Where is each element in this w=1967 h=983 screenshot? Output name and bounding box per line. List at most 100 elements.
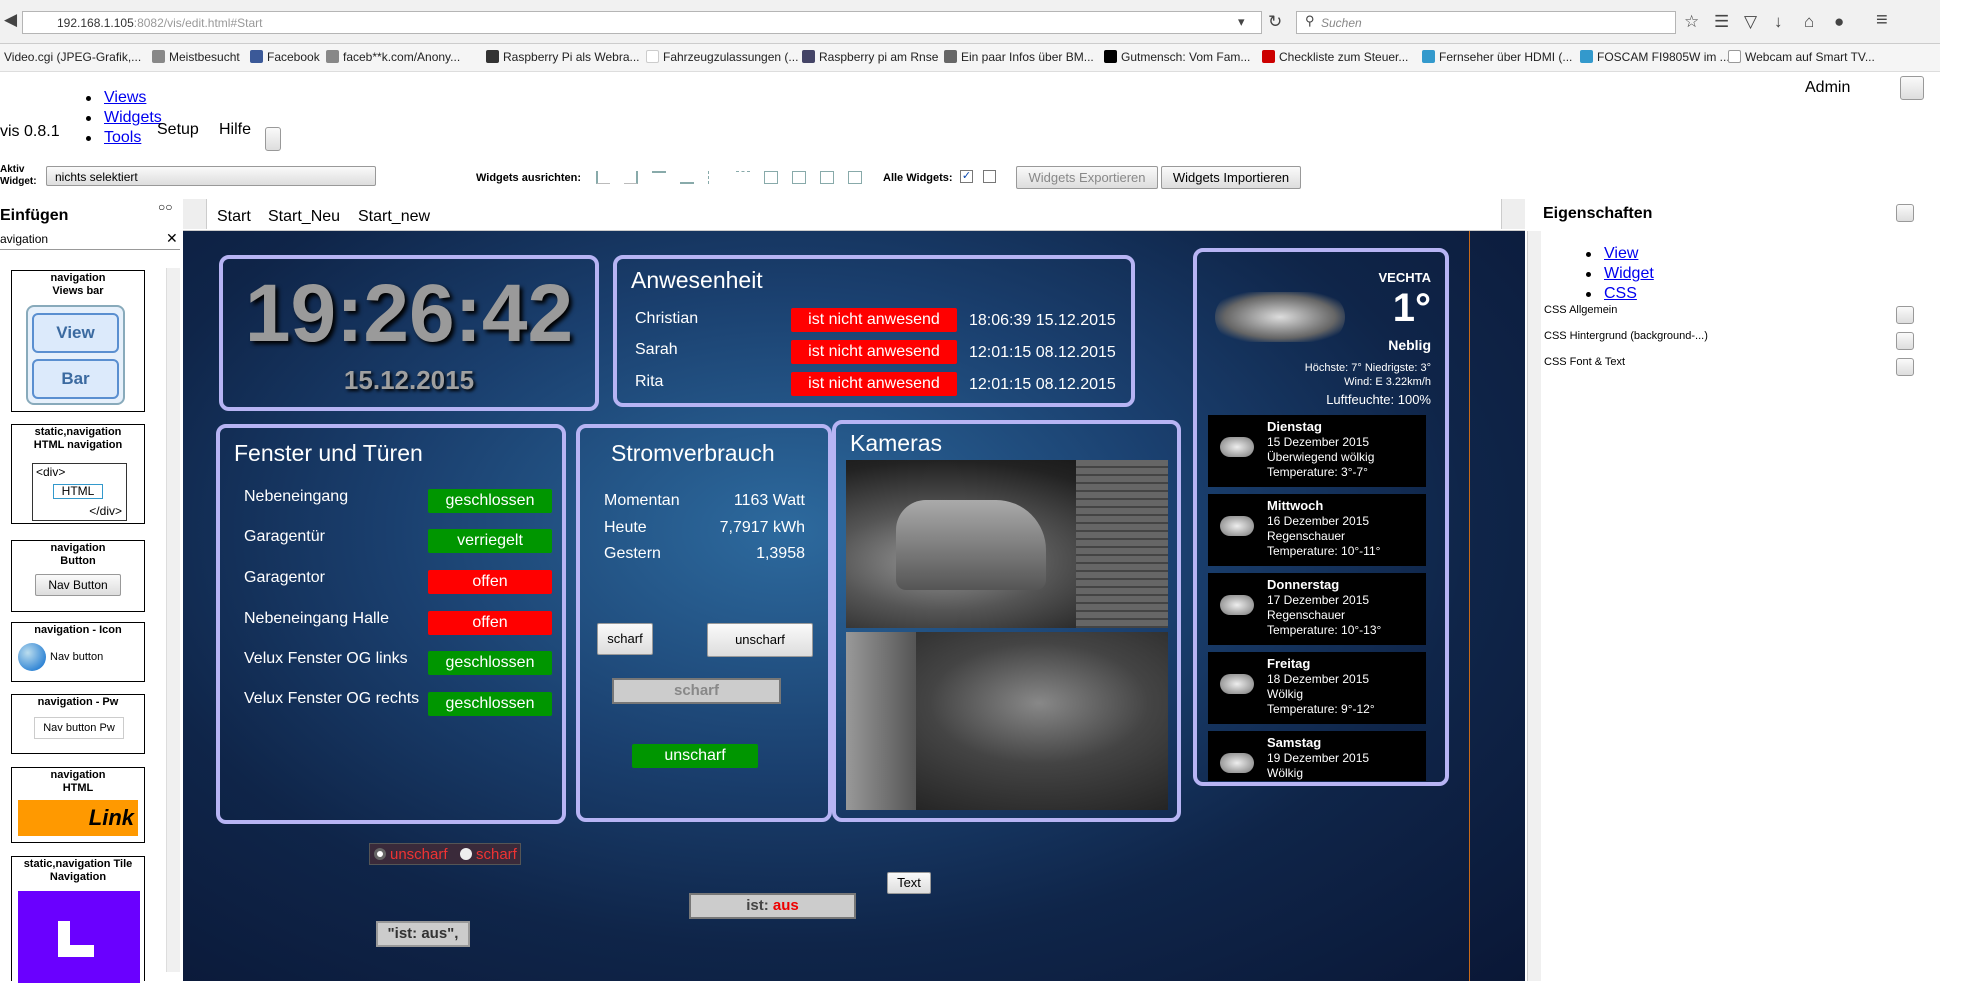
weather-panel[interactable]: VECHTA 1° Neblig Höchste: 7° Niedrigste:… bbox=[1193, 248, 1449, 786]
home-icon[interactable]: ⌂ bbox=[1804, 12, 1814, 32]
export-widgets-button[interactable]: Widgets Exportieren bbox=[1016, 166, 1158, 189]
back-icon[interactable]: ◀ bbox=[4, 10, 17, 30]
import-widgets-button[interactable]: Widgets Importieren bbox=[1161, 166, 1301, 189]
menu-hilfe[interactable]: Hilfe bbox=[219, 121, 251, 139]
presence-name: Rita bbox=[635, 373, 664, 390]
menu-tools[interactable]: Tools bbox=[104, 129, 141, 146]
door-state: offen bbox=[428, 611, 552, 635]
align-top-icon[interactable] bbox=[652, 171, 666, 184]
chat-icon[interactable]: ● bbox=[1834, 12, 1844, 32]
css-group-toggle[interactable] bbox=[1896, 306, 1914, 324]
radio-group[interactable]: unscharf scharf bbox=[369, 843, 521, 865]
header-toggle-button[interactable] bbox=[265, 127, 281, 151]
door-state: geschlossen bbox=[428, 489, 552, 513]
editor-menu: Views Widgets Tools bbox=[86, 88, 162, 148]
scharf-button[interactable]: scharf bbox=[597, 623, 653, 655]
bookmark-item[interactable]: Webcam auf Smart TV... bbox=[1728, 50, 1875, 64]
widget-filter-input[interactable]: avigation bbox=[0, 232, 48, 246]
reload-icon[interactable]: ↻ bbox=[1268, 12, 1282, 32]
view-tabs: Start Start_Neu Start_new bbox=[183, 199, 1525, 231]
camera-image-1[interactable] bbox=[846, 460, 1168, 628]
clear-filter-icon[interactable]: ✕ bbox=[166, 230, 178, 247]
palette-widget-nav-icon[interactable]: navigation - Icon Nav button bbox=[11, 622, 145, 682]
camera-image-2[interactable] bbox=[846, 632, 1168, 810]
menu-icon[interactable]: ≡ bbox=[1876, 9, 1888, 32]
url-bar[interactable]: 192.168.1.105:8082/vis/edit.html#Start bbox=[22, 11, 1262, 34]
clock-panel[interactable]: 19:26:42 15.12.2015 bbox=[219, 255, 599, 411]
door-name: Velux Fenster OG links bbox=[244, 650, 408, 667]
sidebar-scrollbar[interactable] bbox=[166, 268, 180, 972]
bookmark-item[interactable]: Ein paar Infos über BM... bbox=[944, 50, 1094, 64]
bookmark-item[interactable]: Facebook bbox=[250, 50, 320, 64]
palette-widget-nav-html[interactable]: navigation HTML Link bbox=[11, 767, 145, 843]
prop-tab-widget[interactable]: Widget bbox=[1604, 265, 1654, 282]
palette-widget-tile-navigation[interactable]: static,navigation Tile Navigation bbox=[11, 856, 145, 983]
distribute-h-icon[interactable] bbox=[764, 171, 778, 184]
align-left-icon[interactable] bbox=[596, 171, 610, 184]
door-state: geschlossen bbox=[428, 692, 552, 716]
unscharf-button[interactable]: unscharf bbox=[707, 623, 813, 657]
dropdown-icon[interactable]: ▾ bbox=[1238, 14, 1245, 30]
radio-scharf[interactable] bbox=[460, 848, 472, 860]
same-height-icon[interactable] bbox=[848, 171, 862, 184]
door-state: geschlossen bbox=[428, 651, 552, 675]
search-input[interactable]: Suchen bbox=[1296, 11, 1676, 34]
align-center-v-icon[interactable] bbox=[708, 171, 722, 184]
bookmark-item[interactable]: FOSCAM FI9805W im ... bbox=[1580, 50, 1730, 64]
door-name: Velux Fenster OG rechts bbox=[244, 690, 420, 707]
css-group-toggle[interactable] bbox=[1896, 332, 1914, 350]
power-value: 7,7917 kWh bbox=[719, 519, 805, 536]
user-menu-button[interactable] bbox=[1900, 76, 1924, 100]
bookmark-item[interactable]: Gutmensch: Vom Fam... bbox=[1104, 50, 1250, 64]
prop-tab-view[interactable]: View bbox=[1604, 245, 1638, 262]
pocket-icon[interactable]: ▽ bbox=[1744, 12, 1757, 32]
fog-icon bbox=[1215, 292, 1345, 342]
bookmark-item[interactable]: faceb**k.com/Anony... bbox=[326, 50, 460, 64]
door-state: verriegelt bbox=[428, 529, 552, 553]
css-group-toggle[interactable] bbox=[1896, 358, 1914, 376]
canvas-scrollbar[interactable] bbox=[1527, 231, 1541, 981]
palette-widget-nav-button[interactable]: navigation Button Nav Button bbox=[11, 540, 145, 612]
palette-widget-views-bar[interactable]: navigation Views bar View Bar bbox=[11, 270, 145, 412]
css-group-label: CSS Font & Text bbox=[1544, 356, 1626, 368]
palette-widget-nav-pw[interactable]: navigation - Pw Nav button Pw bbox=[11, 694, 145, 754]
collapse-icon[interactable]: ○○ bbox=[158, 200, 173, 214]
align-right-icon[interactable] bbox=[624, 171, 638, 184]
align-bottom-icon[interactable] bbox=[680, 171, 694, 184]
door-name: Nebeneingang bbox=[244, 488, 349, 505]
alle-widgets-checkbox[interactable]: ✓ bbox=[960, 170, 973, 183]
bookmark-item[interactable]: Fahrzeugzulassungen (... bbox=[646, 50, 798, 64]
active-widget-select[interactable]: nichts selektiert bbox=[46, 166, 376, 186]
weather-condition: Neblig bbox=[1388, 337, 1431, 353]
reading-list-icon[interactable]: ☰ bbox=[1714, 12, 1729, 32]
tab-start-new[interactable]: Start_new bbox=[358, 208, 430, 226]
bookmark-item[interactable]: Raspberry pi am Rnse bbox=[802, 50, 938, 64]
prop-tab-css[interactable]: CSS bbox=[1604, 285, 1637, 302]
tab-start[interactable]: Start bbox=[217, 208, 251, 226]
bookmark-item[interactable]: Fernseher über HDMI (... bbox=[1422, 50, 1572, 64]
download-icon[interactable]: ↓ bbox=[1774, 12, 1783, 32]
tab-start-neu[interactable]: Start_Neu bbox=[268, 208, 340, 226]
alle-widgets-checkbox-2[interactable] bbox=[983, 170, 996, 183]
power-panel[interactable]: Stromverbrauch Momentan 1163 Watt Heute … bbox=[576, 424, 832, 822]
bookmark-item[interactable]: Meistbesucht bbox=[152, 50, 240, 64]
palette-widget-html-navigation[interactable]: static,navigation HTML navigation <div> … bbox=[11, 424, 145, 524]
same-width-icon[interactable] bbox=[820, 171, 834, 184]
bookmark-item[interactable]: Video.cgi (JPEG-Grafik,... bbox=[4, 50, 141, 64]
menu-setup[interactable]: Setup bbox=[157, 121, 199, 139]
distribute-v-icon[interactable] bbox=[792, 171, 806, 184]
text-button[interactable]: Text bbox=[887, 872, 931, 894]
properties-toggle[interactable] bbox=[1896, 204, 1914, 222]
presence-panel[interactable]: Anwesenheit Christian ist nicht anwesend… bbox=[613, 255, 1135, 407]
align-center-h-icon[interactable] bbox=[736, 171, 750, 184]
radio-unscharf[interactable] bbox=[374, 848, 386, 860]
doors-panel[interactable]: Fenster und Türen Nebeneingang geschloss… bbox=[216, 424, 566, 824]
menu-views[interactable]: Views bbox=[104, 89, 146, 106]
ist-state: ist: aus bbox=[689, 893, 856, 919]
menu-widgets[interactable]: Widgets bbox=[104, 109, 162, 126]
star-icon[interactable]: ☆ bbox=[1684, 12, 1699, 32]
rain-icon bbox=[1220, 516, 1254, 536]
cameras-panel[interactable]: Kameras bbox=[832, 420, 1181, 822]
bookmark-item[interactable]: Checkliste zum Steuer... bbox=[1262, 50, 1408, 64]
bookmark-item[interactable]: Raspberry Pi als Webra... bbox=[486, 50, 640, 64]
